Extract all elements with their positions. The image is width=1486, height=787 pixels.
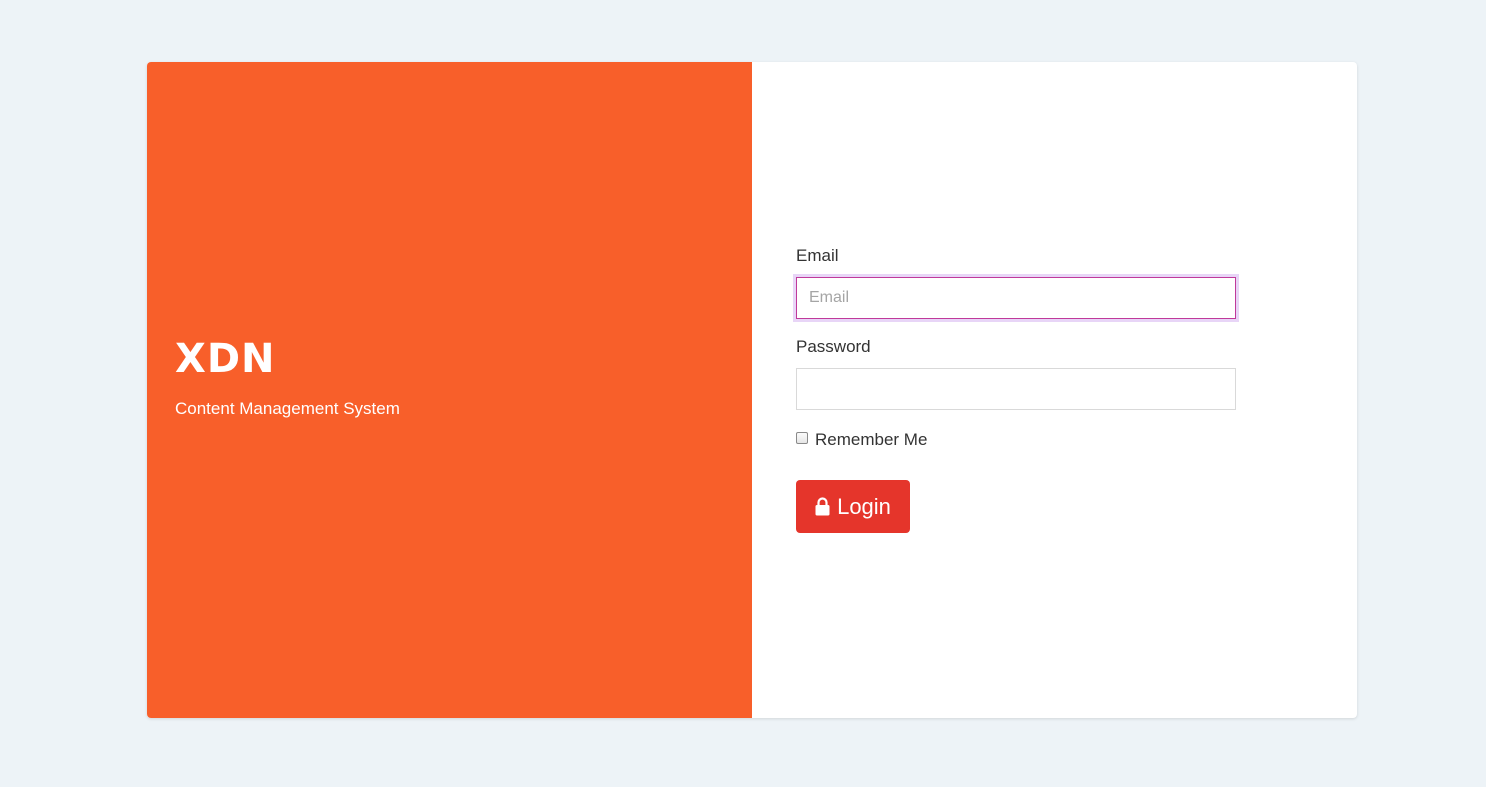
password-input[interactable] <box>796 368 1236 410</box>
email-label: Email <box>796 246 839 265</box>
brand-subtitle: Content Management System <box>175 399 400 418</box>
email-input[interactable] <box>796 277 1236 319</box>
login-button-label: Login <box>837 493 891 519</box>
brand-title: XDN <box>175 336 276 382</box>
email-group: Email <box>796 246 1236 319</box>
login-form: Email Password Remember Me Login <box>796 246 1236 533</box>
brand-panel: XDN Content Management System <box>147 62 752 718</box>
lock-icon <box>815 497 830 516</box>
remember-label[interactable]: Remember Me <box>815 430 927 450</box>
password-label: Password <box>796 337 871 356</box>
form-panel: Email Password Remember Me Login <box>752 62 1357 718</box>
password-group: Password <box>796 337 1236 410</box>
remember-checkbox[interactable] <box>796 432 808 444</box>
login-button[interactable]: Login <box>796 480 910 533</box>
login-card: XDN Content Management System Email Pass… <box>147 62 1357 718</box>
remember-row: Remember Me <box>796 428 1236 452</box>
